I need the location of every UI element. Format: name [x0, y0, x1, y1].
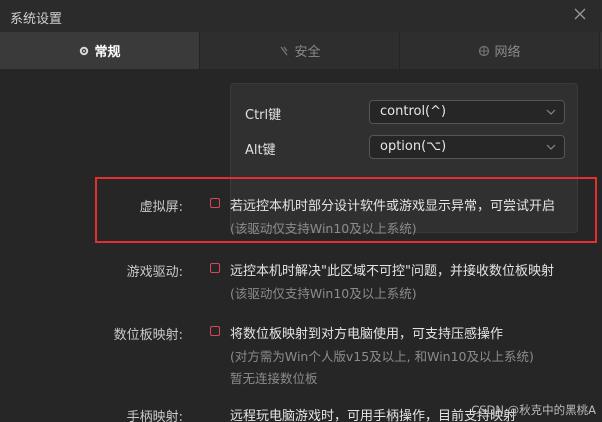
tablet-mapping-status: 暂无连接数位板 — [230, 371, 318, 386]
tab-label: 安全 — [294, 45, 321, 60]
virtual-screen-label: 虚拟屏: — [139, 200, 183, 215]
gamepad-mapping-label: 手柄映射: — [126, 410, 183, 422]
chevron-down-icon — [546, 109, 556, 115]
virtual-screen-text: 若远控本机时部分设计软件或游戏显示异常，可尝试开启 — [230, 199, 556, 214]
tab-general[interactable]: 常规 — [0, 32, 200, 69]
chevron-down-icon — [546, 144, 556, 150]
globe-icon — [479, 45, 490, 56]
tab-bar: 常规 安全 网络 — [0, 32, 602, 69]
watermark: CSDN @秋克中的黑桃A — [471, 403, 596, 417]
close-icon[interactable] — [572, 6, 588, 22]
tab-label: 常规 — [94, 45, 121, 60]
title-bar: 系统设置 — [0, 0, 602, 32]
virtual-screen-checkbox[interactable] — [210, 198, 220, 208]
gear-icon — [80, 46, 89, 55]
game-driver-text: 远控本机时解决"此区域不可控"问题，并接收数位板映射 — [230, 264, 554, 279]
tablet-mapping-label: 数位板映射: — [113, 328, 183, 343]
ctrl-key-label: Ctrl键 — [245, 108, 282, 123]
window-title: 系统设置 — [10, 12, 63, 27]
tablet-mapping-text: 将数位板映射到对方电脑使用，可支持压感操作 — [230, 327, 504, 342]
settings-content[interactable]: Ctrl键 control(^) Alt键 option(⌥) 虚拟屏: 若远控… — [0, 69, 602, 422]
ctrl-key-value: control(^) — [380, 104, 447, 119]
tablet-mapping-note: (对方需为Win个人版v15及以上, 和Win10及以上系统) — [230, 349, 534, 364]
game-driver-label: 游戏驱动: — [126, 265, 183, 280]
tab-label: 网络 — [494, 45, 521, 60]
tab-security[interactable]: 安全 — [200, 32, 400, 69]
game-driver-checkbox[interactable] — [210, 263, 220, 273]
alt-key-select[interactable]: option(⌥) — [369, 135, 565, 159]
game-driver-note: (该驱动仅支持Win10及以上系统) — [230, 286, 417, 301]
shield-icon — [280, 46, 289, 55]
tab-network[interactable]: 网络 — [400, 32, 600, 69]
alt-key-value: option(⌥) — [380, 139, 447, 154]
ctrl-key-select[interactable]: control(^) — [369, 100, 565, 124]
alt-key-label: Alt键 — [245, 143, 276, 158]
tablet-mapping-checkbox[interactable] — [210, 326, 220, 336]
virtual-screen-note: (该驱动仅支持Win10及以上系统) — [230, 221, 417, 236]
